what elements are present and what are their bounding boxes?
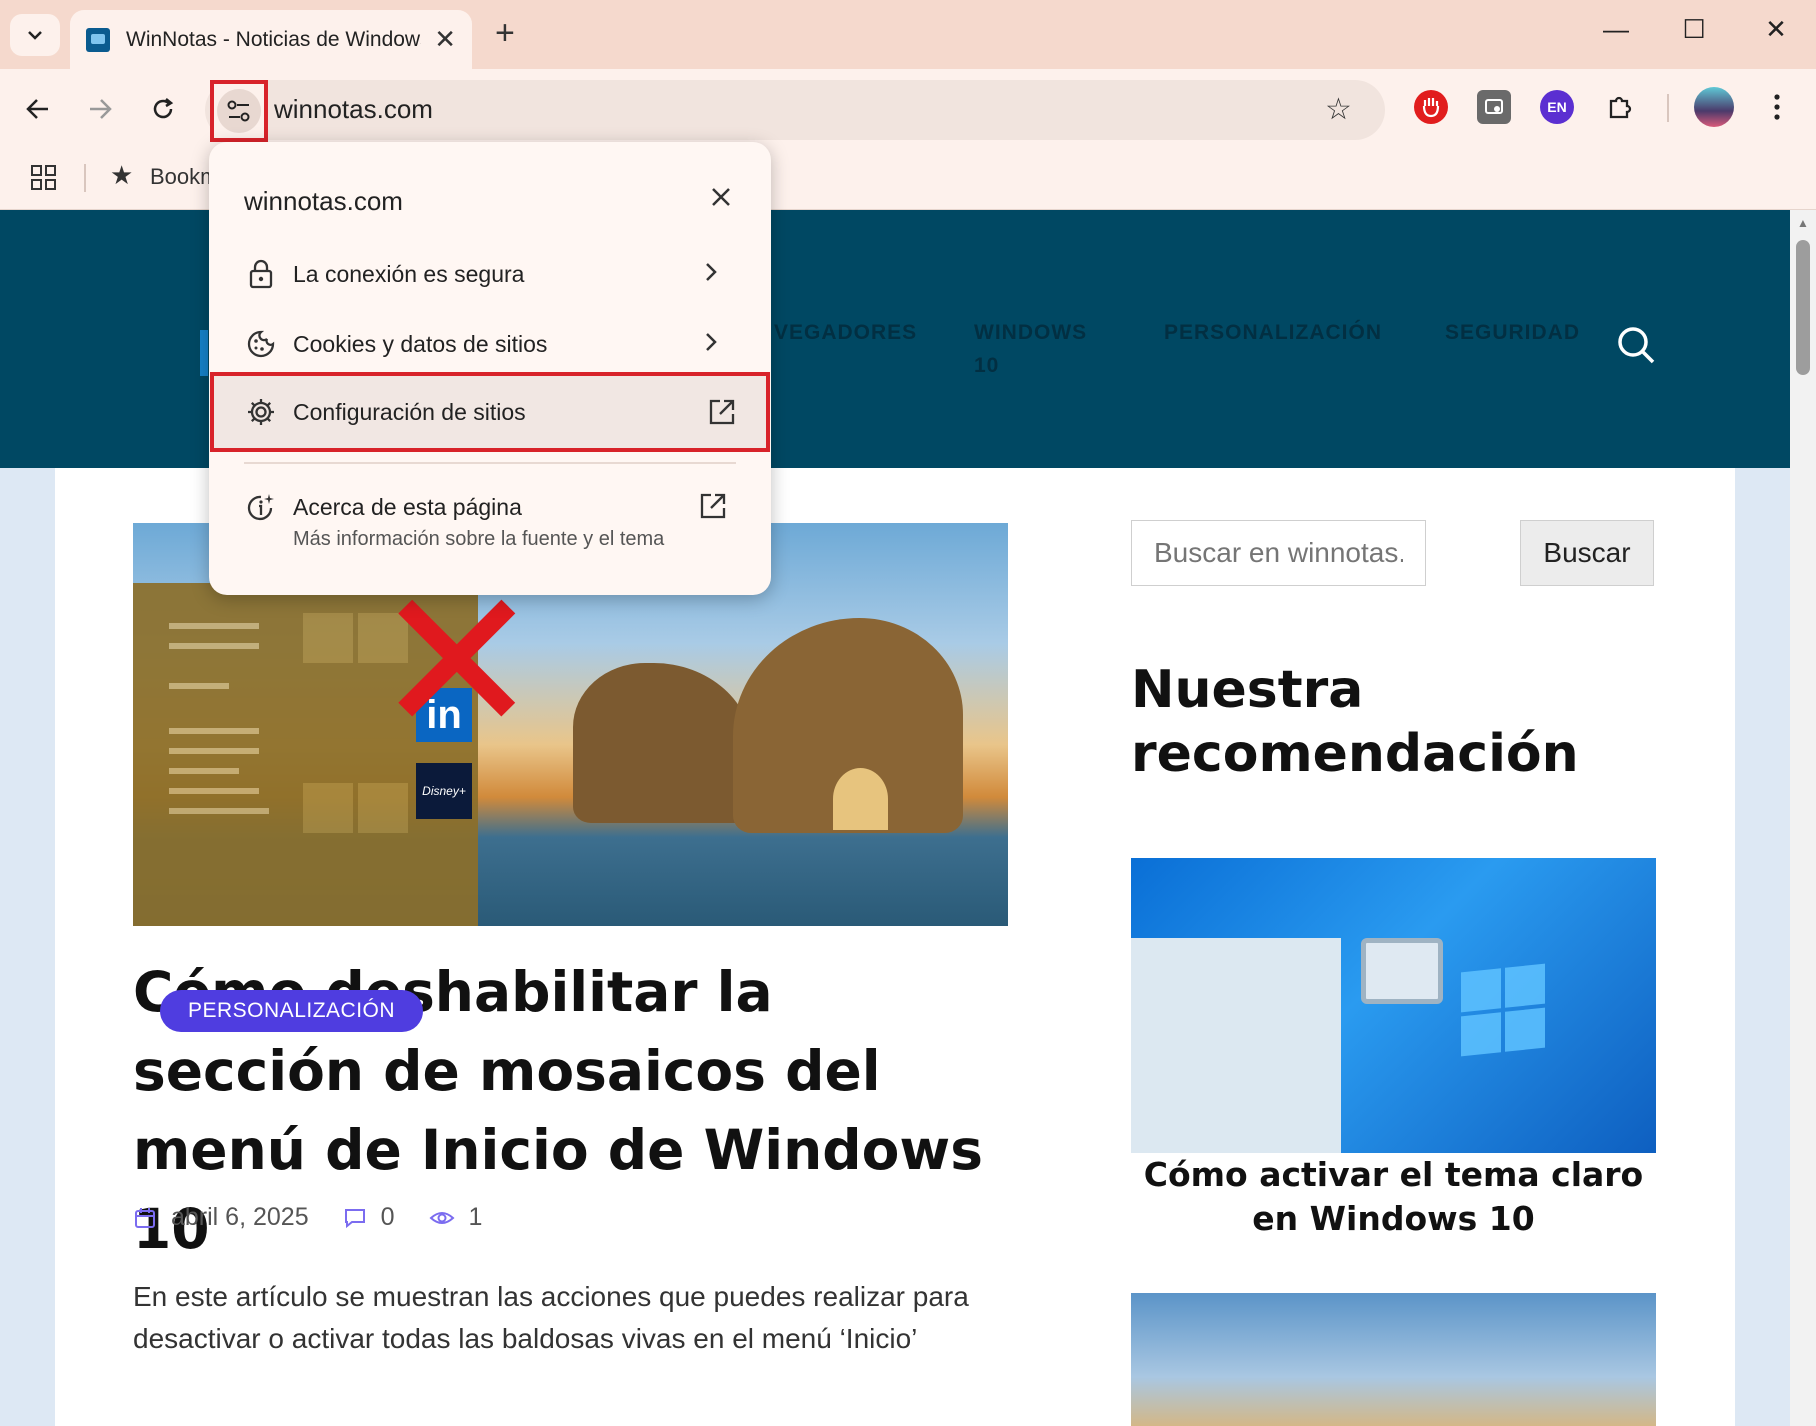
rock-shape <box>573 663 753 823</box>
site-logo[interactable] <box>200 330 208 376</box>
screen-capture-extension-icon[interactable] <box>1477 90 1511 124</box>
tune-icon <box>227 100 250 122</box>
popup-item-connection[interactable]: La conexión es segura <box>209 240 771 308</box>
recommendation-image[interactable] <box>1131 858 1656 1153</box>
popup-item-site-settings[interactable]: Configuración de sitios <box>210 372 770 452</box>
chevron-right-icon <box>703 260 719 289</box>
comment-icon <box>343 1206 367 1230</box>
open-external-icon <box>699 492 727 525</box>
menu-item-seguridad[interactable]: SEGURIDAD <box>1445 316 1580 349</box>
info-sparkle-icon <box>245 492 277 529</box>
language-extension-icon[interactable]: EN <box>1540 90 1574 124</box>
article-meta: abril 6, 2025 0 1 <box>133 1203 482 1232</box>
profile-avatar[interactable] <box>1694 87 1734 127</box>
site-favicon-icon <box>86 27 110 52</box>
tab-strip: WinNotas - Noticias de Windows ✕ + — ☐ ✕ <box>0 0 1816 69</box>
adblock-extension-icon[interactable] <box>1414 90 1448 124</box>
popup-host: winnotas.com <box>244 186 403 216</box>
forward-button[interactable] <box>78 87 122 131</box>
close-icon <box>712 188 730 206</box>
new-tab-button[interactable]: + <box>495 14 515 53</box>
recommendation-title[interactable]: Cómo activar el tema claro en Windows 10 <box>1131 1153 1656 1241</box>
menu-item-personalizacion[interactable]: PERSONALIZACIÓN <box>1164 316 1382 349</box>
start-menu-thumbnail <box>1131 938 1341 1153</box>
chevron-right-icon <box>703 330 719 359</box>
article-date: abril 6, 2025 <box>171 1203 309 1231</box>
chevron-down-icon <box>28 31 42 40</box>
bookmark-star-icon[interactable]: ☆ <box>1325 92 1352 127</box>
article-excerpt: En este artículo se muestran las accione… <box>133 1281 969 1354</box>
view-count: 1 <box>468 1203 483 1231</box>
about-title: Acerca de esta página <box>293 494 522 520</box>
recommendation-image-2[interactable] <box>1131 1293 1656 1426</box>
popup-item-label: La conexión es segura <box>293 260 525 287</box>
arch-opening <box>833 768 888 830</box>
extensions-puzzle-icon[interactable] <box>1603 90 1637 124</box>
tab-close-icon[interactable]: ✕ <box>434 24 456 55</box>
about-subtitle: Más información sobre la fuente y el tem… <box>293 528 665 550</box>
popup-item-cookies[interactable]: Cookies y datos de sitios <box>209 310 771 378</box>
page-scrollbar[interactable]: ▲ <box>1790 210 1816 1426</box>
active-tab[interactable]: WinNotas - Noticias de Windows ✕ <box>70 10 472 69</box>
windows-logo-icon <box>1461 963 1545 1057</box>
browser-menu-icon[interactable] <box>1760 90 1794 124</box>
site-search-icon[interactable] <box>1616 325 1656 370</box>
bookmarks-separator <box>84 164 86 192</box>
menu-item-navegadores[interactable]: VEGADORES <box>774 316 917 349</box>
cookie-icon <box>245 328 277 360</box>
popup-close-button[interactable] <box>706 182 736 212</box>
category-badge[interactable]: PERSONALIZACIÓN <box>160 990 424 1032</box>
site-info-popup: winnotas.com La conexión es segura Cooki… <box>209 142 771 595</box>
content-area: in Disney+ ✕ PERSONALIZACIÓN Cómo deshab… <box>55 468 1735 1426</box>
sidebar-search-input[interactable] <box>1131 520 1426 586</box>
sidebar-heading: Nuestra recomendación <box>1131 660 1579 784</box>
calendar-icon <box>133 1206 157 1230</box>
sidebar-search-button[interactable]: Buscar <box>1520 520 1654 586</box>
url-text[interactable]: winnotas.com <box>274 94 433 125</box>
forward-arrow-icon <box>90 99 112 119</box>
close-window-button[interactable]: ✕ <box>1756 14 1796 45</box>
open-external-icon <box>708 398 736 431</box>
scroll-thumb[interactable] <box>1796 240 1810 375</box>
comment-count[interactable]: 0 <box>381 1203 395 1232</box>
lock-icon <box>245 258 277 290</box>
reload-button[interactable] <box>141 87 185 131</box>
minimize-button[interactable]: — <box>1596 14 1636 45</box>
tab-title: WinNotas - Noticias de Windows <box>126 27 421 51</box>
reload-icon <box>153 98 174 119</box>
toolbar-separator <box>1667 94 1669 122</box>
site-info-button[interactable] <box>210 80 268 142</box>
popup-item-label: Cookies y datos de sitios <box>293 330 548 357</box>
back-button[interactable] <box>16 87 60 131</box>
scroll-up-arrow-icon[interactable]: ▲ <box>1797 216 1809 230</box>
popup-divider <box>244 462 736 464</box>
menu-item-windows-10[interactable]: WINDOWS 10 <box>974 316 1114 382</box>
eye-icon <box>429 1206 455 1230</box>
popup-item-label: Configuración de sitios <box>293 398 526 425</box>
gear-icon <box>245 396 277 428</box>
bookmark-folder-star-icon: ★ <box>110 160 134 190</box>
maximize-button[interactable]: ☐ <box>1674 14 1714 45</box>
monitor-illustration <box>1361 938 1443 1004</box>
tab-search-button[interactable] <box>10 14 60 56</box>
apps-grid-icon[interactable] <box>30 164 58 197</box>
back-arrow-icon <box>26 99 48 119</box>
